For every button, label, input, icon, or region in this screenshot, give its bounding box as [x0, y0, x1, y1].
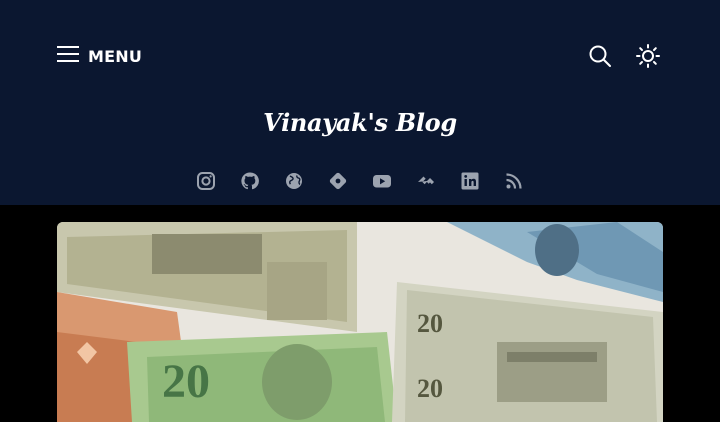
- search-icon: [588, 45, 612, 72]
- hashnode-icon: [416, 171, 436, 195]
- svg-text:20: 20: [162, 355, 210, 408]
- search-button[interactable]: [588, 44, 612, 68]
- youtube-link[interactable]: [371, 172, 393, 194]
- rss-icon: [504, 171, 524, 195]
- hamburger-icon: [57, 44, 79, 68]
- menu-label: MENU: [88, 46, 143, 66]
- menu-button[interactable]: MENU: [57, 44, 142, 68]
- website-link[interactable]: [283, 172, 305, 194]
- rss-link[interactable]: [503, 172, 525, 194]
- github-link[interactable]: [239, 172, 261, 194]
- instagram-icon: [196, 171, 216, 195]
- hashnode-link[interactable]: [415, 172, 437, 194]
- linkedin-link[interactable]: [459, 172, 481, 194]
- theme-toggle-button[interactable]: [636, 44, 660, 68]
- banknotes-illustration: 20 20 20: [57, 222, 663, 422]
- site-header: MENU Vinayak's Blog: [0, 0, 720, 205]
- linkedin-icon: [460, 171, 480, 195]
- github-icon: [240, 171, 260, 195]
- globe-icon: [284, 171, 304, 195]
- location-link[interactable]: [327, 172, 349, 194]
- site-title[interactable]: Vinayak's Blog: [0, 108, 720, 137]
- hero-image: 20 20 20: [57, 222, 663, 422]
- social-links: [0, 172, 720, 194]
- youtube-icon: [372, 171, 392, 195]
- location-diamond-icon: [328, 171, 348, 195]
- svg-text:20: 20: [417, 374, 443, 403]
- sun-icon: [636, 44, 660, 72]
- instagram-link[interactable]: [195, 172, 217, 194]
- svg-text:20: 20: [417, 309, 443, 338]
